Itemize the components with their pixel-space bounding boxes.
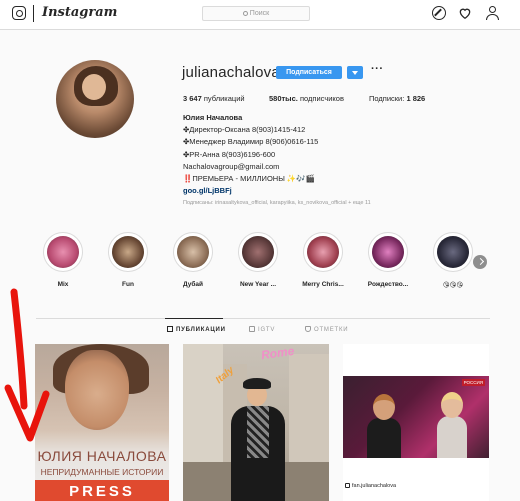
- highlight-cover: [177, 236, 209, 268]
- active-tab-indicator: [165, 318, 223, 319]
- igtv-icon: [249, 326, 255, 332]
- explore-compass-icon[interactable]: [432, 6, 446, 20]
- followed-by-text[interactable]: Подписаны: irinasaltykova_official, kara…: [183, 200, 371, 206]
- highlight-item[interactable]: Дубай: [163, 232, 223, 288]
- tagged-icon: [305, 326, 311, 332]
- highlight-cover: [437, 236, 469, 268]
- highlight-label: 😘😘😘: [442, 282, 464, 289]
- bio-line-director: ✤Директор-Оксана 8(903)1415-412: [183, 125, 306, 135]
- posts-count: 3 647 публикаций: [183, 94, 245, 103]
- post-image-man: [367, 394, 401, 458]
- followers-count-label: подписчиков: [299, 94, 344, 103]
- following-count-value: 1 826: [406, 94, 426, 103]
- story-highlights: Mix Fun Дубай New Year ... Merry Chris..…: [0, 232, 520, 292]
- highlight-label: Дубай: [183, 281, 203, 288]
- suggested-accounts-dropdown-button[interactable]: [347, 66, 363, 79]
- highlight-ring: [368, 232, 408, 272]
- post-image-building: [183, 344, 223, 464]
- bio-line-email: Nachalovagroup@gmail.com: [183, 161, 280, 171]
- tab-posts[interactable]: ПУБЛИКАЦИИ: [167, 326, 226, 333]
- tab-tagged[interactable]: ОТМЕТКИ: [305, 326, 348, 333]
- bio-line-premiere: ‼️ПРЕМЬЕРА - МИЛЛИОНЫ ✨🎶🎬: [183, 174, 315, 184]
- post-image-woman: [435, 392, 469, 458]
- instagram-logo-icon[interactable]: [12, 6, 26, 20]
- red-annotation-arrow-icon: [4, 288, 50, 442]
- post-thumbnail[interactable]: РОССИЯ fan.julianachalova: [343, 344, 489, 501]
- heart-icon[interactable]: [458, 6, 472, 20]
- tab-igtv[interactable]: IGTV: [249, 326, 275, 333]
- posts-count-label: публикаций: [203, 94, 245, 103]
- post-book-title: ЮЛИЯ НАЧАЛОВА: [37, 448, 167, 464]
- top-navigation-bar: Instagram Поиск: [0, 0, 520, 30]
- highlight-ring: [433, 232, 473, 272]
- post-credit: fan.julianachalova: [345, 483, 396, 489]
- instagram-mini-icon: [345, 483, 350, 488]
- post-credit-text: fan.julianachalova: [352, 483, 397, 489]
- post-thumbnail[interactable]: Rome Italy: [183, 344, 329, 501]
- bio-line-pr: ✤PR-Анна 8(903)6196-600: [183, 149, 276, 159]
- tabs-divider: [36, 318, 490, 319]
- highlight-cover: [242, 236, 274, 268]
- highlight-item[interactable]: New Year ...: [228, 232, 288, 288]
- highlight-item[interactable]: Fun: [98, 232, 158, 288]
- highlight-ring: [173, 232, 213, 272]
- highlight-item[interactable]: Рождество...: [358, 232, 418, 288]
- profile-username: julianachalova: [182, 64, 280, 81]
- highlight-item[interactable]: Merry Chris...: [293, 232, 353, 288]
- post-press-banner: PRESS: [35, 480, 169, 501]
- highlight-label: Рождество...: [367, 281, 409, 288]
- following-count-label: Подписки:: [369, 94, 405, 103]
- search-icon: [242, 10, 248, 16]
- post-image-building: [289, 354, 329, 464]
- profile-person-icon[interactable]: [486, 6, 500, 20]
- tv-channel-badge: РОССИЯ: [461, 379, 485, 386]
- post-video-frame: РОССИЯ: [343, 376, 489, 458]
- search-input[interactable]: Поиск: [202, 6, 310, 21]
- logo-divider: [33, 5, 34, 22]
- tab-tagged-label: ОТМЕТКИ: [314, 327, 349, 333]
- instagram-wordmark[interactable]: Instagram: [42, 5, 117, 20]
- post-book-subtitle: НЕПРИДУМАННЫЕ ИСТОРИИ: [40, 467, 164, 477]
- highlight-cover: [372, 236, 404, 268]
- highlight-cover: [307, 236, 339, 268]
- highlight-label: Merry Chris...: [302, 281, 344, 288]
- tab-igtv-label: IGTV: [258, 327, 276, 333]
- grid-icon: [167, 326, 173, 332]
- highlight-item[interactable]: Mix: [33, 232, 93, 288]
- highlights-next-arrow-icon[interactable]: [473, 255, 487, 269]
- search-placeholder: Поиск: [249, 10, 270, 17]
- highlight-ring: [303, 232, 343, 272]
- follow-button[interactable]: Подписаться: [276, 66, 342, 79]
- highlight-ring: [43, 232, 83, 272]
- profile-avatar[interactable]: [56, 60, 134, 138]
- followers-count-value: 580тыс.: [269, 94, 298, 103]
- highlight-label: New Year ...: [239, 281, 276, 288]
- following-count[interactable]: Подписки: 1 826: [369, 94, 425, 103]
- posts-count-value: 3 647: [183, 94, 202, 103]
- highlight-label: Mix: [57, 281, 69, 288]
- highlight-ring: [108, 232, 148, 272]
- tab-posts-label: ПУБЛИКАЦИИ: [176, 327, 226, 333]
- more-options-button[interactable]: ···: [371, 63, 384, 75]
- followers-count[interactable]: 580тыс. подписчиков: [269, 94, 344, 103]
- highlight-label: Fun: [122, 281, 134, 288]
- highlight-cover: [112, 236, 144, 268]
- profile-bio: Юлия Началова ✤Директор-Оксана 8(903)141…: [183, 112, 423, 197]
- bio-external-link[interactable]: goo.gl/LjBBFj: [183, 185, 423, 197]
- post-image-person: [227, 378, 289, 501]
- highlight-ring: [238, 232, 278, 272]
- bio-line-manager: ✤Менеджер Владимир 8(906)0616-115: [183, 137, 319, 147]
- highlight-cover: [47, 236, 79, 268]
- profile-full-name: Юлия Началова: [183, 113, 243, 122]
